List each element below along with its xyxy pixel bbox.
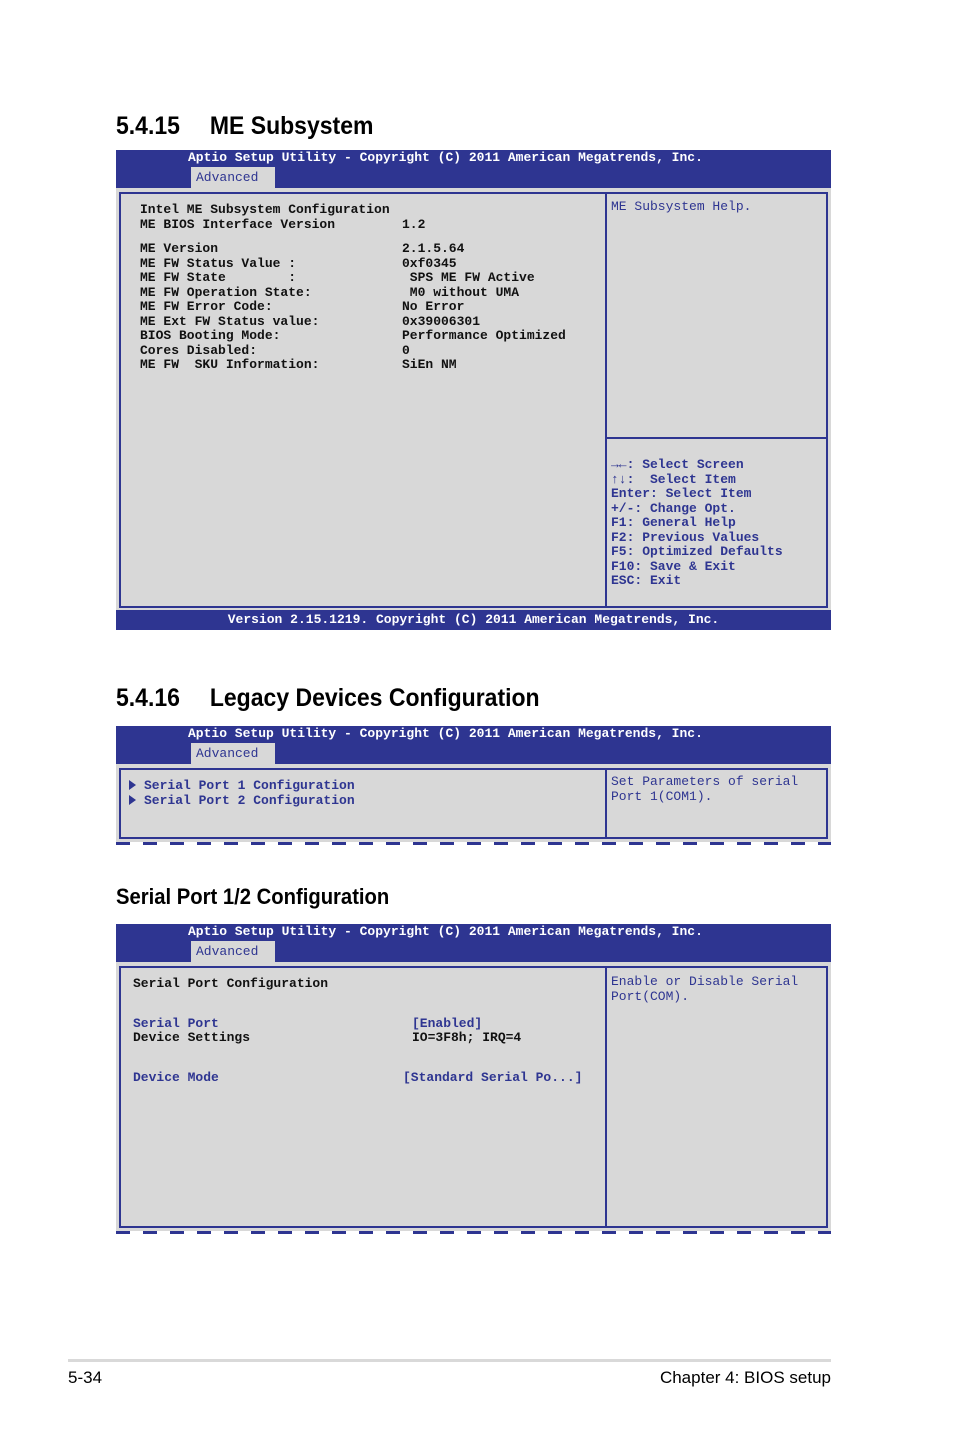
setting-value: 2.1.5.64 bbox=[402, 241, 465, 256]
setting-device-mode[interactable]: Device Mode [Standard Serial Po...] bbox=[133, 1069, 603, 1086]
setting-value: Performance Optimized bbox=[402, 328, 566, 343]
setting-value: No Error bbox=[402, 299, 465, 314]
setting-value: IO=3F8h; IRQ=4 bbox=[412, 1030, 522, 1045]
setting-row: ME FW Operation State: M0 without UMA bbox=[140, 284, 600, 301]
bios-title-bar: Aptio Setup Utility - Copyright (C) 2011… bbox=[116, 924, 831, 962]
setting-value: [Enabled] bbox=[412, 1015, 483, 1031]
tab-advanced[interactable]: Advanced bbox=[191, 941, 275, 962]
tab-advanced[interactable]: Advanced bbox=[191, 167, 275, 188]
continuation-dashes bbox=[116, 842, 831, 845]
bios-body: Serial Port 1 Configuration Serial Port … bbox=[119, 768, 828, 839]
setting-row: ME FW State : SPS ME FW Active bbox=[140, 270, 600, 286]
setting-value: SPS ME FW Active bbox=[402, 270, 535, 285]
bios-version-footer: Version 2.15.1219. Copyright (C) 2011 Am… bbox=[116, 610, 831, 630]
section-heading-me-subsystem: 5.4.15 ME Subsystem bbox=[116, 112, 373, 141]
key-hint: ESC: Exit bbox=[611, 573, 682, 588]
setting-value: 0xf0345 bbox=[402, 255, 457, 271]
setting-label: ME Version bbox=[140, 241, 219, 256]
help-panel: Set Parameters of serial Port 1(COM1). bbox=[607, 770, 826, 837]
menu-item-label: Serial Port 2 Configuration bbox=[144, 792, 355, 808]
setting-value: 1.2 bbox=[402, 216, 426, 232]
setting-label: ME FW Operation State: bbox=[140, 284, 312, 300]
setting-row: ME Ext FW Status value: 0x39006301 bbox=[140, 313, 600, 330]
key-legend: →←: Select Screen ↑↓: Select Item Enter:… bbox=[611, 457, 783, 589]
continuation-dashes bbox=[116, 1231, 831, 1234]
setting-label: Device Settings bbox=[133, 1030, 251, 1045]
setting-row: ME FW Error Code: No Error bbox=[140, 299, 600, 315]
help-text: Port(COM). bbox=[611, 988, 690, 1004]
bios-body: Intel ME Subsystem Configuration ME BIOS… bbox=[119, 192, 828, 608]
bios-title-bar: Aptio Setup Utility - Copyright (C) 2011… bbox=[116, 150, 831, 188]
help-panel: ME Subsystem Help. →←: Select Screen ↑↓:… bbox=[607, 194, 826, 606]
bios-body: Serial Port Configuration Serial Port [En… bbox=[119, 966, 828, 1228]
help-text: Set Parameters of serial bbox=[611, 774, 799, 789]
key-hint: F2: Previous Values bbox=[611, 529, 760, 545]
config-heading: Intel ME Subsystem Configuration bbox=[140, 202, 390, 217]
key-hint: ↑↓: Select Item bbox=[611, 471, 736, 487]
setting-value: M0 without UMA bbox=[402, 284, 520, 300]
submenu-arrow-icon bbox=[129, 780, 136, 790]
bios-title-bar: Aptio Setup Utility - Copyright (C) 2011… bbox=[116, 726, 831, 764]
menu-item-serial-port-1[interactable]: Serial Port 1 Configuration bbox=[129, 778, 355, 794]
setting-value: SiEn NM bbox=[402, 357, 457, 372]
help-text: Port 1(COM1). bbox=[611, 788, 713, 804]
setting-label: Device Mode bbox=[133, 1069, 219, 1085]
setting-row: ME FW Status Value : 0xf0345 bbox=[140, 255, 600, 272]
key-hint: F10: Save & Exit bbox=[611, 558, 736, 574]
setting-value: [Standard Serial Po...] bbox=[403, 1069, 583, 1085]
menu-item-serial-port-2[interactable]: Serial Port 2 Configuration bbox=[129, 792, 355, 809]
menu-item-label: Serial Port 1 Configuration bbox=[144, 778, 355, 793]
key-hint: F5: Optimized Defaults bbox=[611, 544, 783, 559]
key-hint: Enter: Select Item bbox=[611, 486, 752, 501]
setting-label: ME BIOS Interface Version bbox=[140, 216, 336, 232]
help-divider bbox=[607, 437, 826, 439]
help-text: ME Subsystem Help. bbox=[611, 199, 752, 214]
section-number: 5.4.15 bbox=[116, 112, 180, 140]
setting-serial-port[interactable]: Serial Port [Enabled] bbox=[133, 1015, 603, 1032]
help-panel: Enable or Disable Serial Port(COM). bbox=[607, 968, 826, 1226]
setting-label: ME FW Error Code: bbox=[140, 299, 273, 314]
bios-screen-me-subsystem: Aptio Setup Utility - Copyright (C) 2011… bbox=[116, 150, 831, 630]
bios-title: Aptio Setup Utility - Copyright (C) 2011… bbox=[188, 726, 703, 741]
settings-panel: Intel ME Subsystem Configuration ME BIOS… bbox=[121, 194, 607, 606]
config-heading: Serial Port Configuration bbox=[133, 976, 329, 991]
section-title: Legacy Devices Configuration bbox=[209, 684, 540, 712]
section-title: ME Subsystem bbox=[209, 112, 374, 140]
setting-label: Cores Disabled: bbox=[140, 342, 258, 358]
setting-label: ME FW State : bbox=[140, 270, 297, 285]
setting-row: Cores Disabled: 0 bbox=[140, 342, 600, 359]
chapter-label: Chapter 4: BIOS setup bbox=[659, 1368, 831, 1387]
setting-value: 0 bbox=[402, 342, 410, 358]
setting-label: ME Ext FW Status value: bbox=[140, 313, 320, 329]
page-number: 5-34 bbox=[68, 1368, 103, 1387]
setting-row: ME BIOS Interface Version 1.2 bbox=[140, 216, 600, 233]
bios-title: Aptio Setup Utility - Copyright (C) 2011… bbox=[188, 924, 703, 939]
setting-label: Serial Port bbox=[133, 1015, 219, 1031]
footer-rule bbox=[68, 1359, 831, 1362]
setting-row: BIOS Booting Mode: Performance Optimized bbox=[140, 328, 600, 344]
setting-value: 0x39006301 bbox=[402, 313, 481, 329]
setting-label: ME FW SKU Information: bbox=[140, 357, 320, 372]
setting-device-settings: Device Settings IO=3F8h; IRQ=4 bbox=[133, 1030, 603, 1046]
section-heading-legacy-devices: 5.4.16 Legacy Devices Configuration bbox=[116, 684, 540, 713]
tab-advanced[interactable]: Advanced bbox=[191, 743, 275, 764]
section-number: 5.4.16 bbox=[116, 684, 180, 712]
key-hint: →←: Select Screen bbox=[611, 457, 744, 472]
help-text: Enable or Disable Serial bbox=[611, 974, 799, 989]
key-hint: +/-: Change Opt. bbox=[611, 500, 736, 516]
submenu-arrow-icon bbox=[129, 794, 136, 805]
bios-title: Aptio Setup Utility - Copyright (C) 2011… bbox=[188, 150, 703, 165]
bios-screen-legacy-devices: Aptio Setup Utility - Copyright (C) 2011… bbox=[116, 726, 831, 845]
setting-row: ME FW SKU Information: SiEn NM bbox=[140, 357, 600, 373]
key-hint: F1: General Help bbox=[611, 515, 736, 530]
bios-screen-serial-port: Aptio Setup Utility - Copyright (C) 2011… bbox=[116, 924, 831, 1234]
setting-label: BIOS Booting Mode: bbox=[140, 328, 281, 343]
settings-panel: Serial Port 1 Configuration Serial Port … bbox=[121, 770, 607, 837]
section-heading-serial-port: Serial Port 1/2 Configuration bbox=[116, 884, 390, 909]
settings-panel: Serial Port Configuration Serial Port [En… bbox=[121, 968, 607, 1226]
setting-label: ME FW Status Value : bbox=[140, 255, 297, 271]
setting-row: ME Version 2.1.5.64 bbox=[140, 241, 600, 257]
